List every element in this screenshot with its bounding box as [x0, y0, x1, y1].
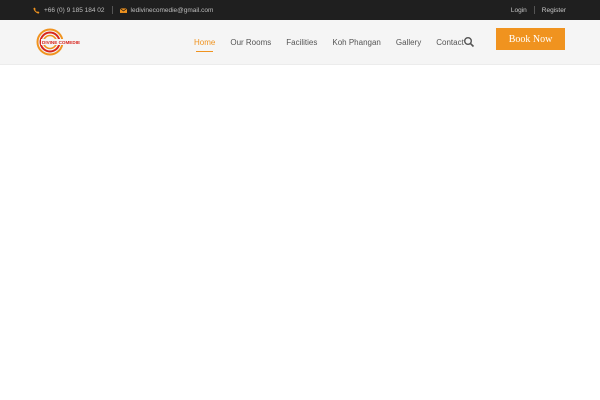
nav-our-rooms[interactable]: Our Rooms — [230, 38, 271, 47]
divider — [533, 6, 535, 14]
envelope-icon — [119, 7, 127, 14]
phone-number: +66 (0) 9 185 184 02 — [44, 6, 105, 14]
top-bar: +66 (0) 9 185 184 02 ledivinecomedie@gma… — [0, 0, 600, 20]
site-header: DIVINE COMEDIE Home Our Rooms Facilities… — [0, 20, 600, 65]
divider — [111, 6, 113, 14]
search-icon[interactable] — [463, 35, 475, 48]
top-bar-contact: +66 (0) 9 185 184 02 ledivinecomedie@gma… — [33, 0, 213, 20]
email-address[interactable]: ledivinecomedie@gmail.com — [131, 7, 214, 14]
top-bar-account: Login Register — [511, 0, 566, 20]
email-contact: ledivinecomedie@gmail.com — [119, 7, 214, 14]
logo[interactable]: DIVINE COMEDIE — [36, 28, 84, 56]
login-link[interactable]: Login — [511, 7, 527, 14]
nav-facilities[interactable]: Facilities — [286, 38, 317, 47]
nav-contact[interactable]: Contact — [436, 38, 464, 47]
nav-gallery[interactable]: Gallery — [396, 38, 421, 47]
nav-home[interactable]: Home — [194, 38, 215, 52]
main-nav: Home Our Rooms Facilities Koh Phangan Ga… — [194, 20, 479, 64]
phone-contact: +66 (0) 9 185 184 02 — [33, 7, 105, 14]
register-link[interactable]: Register — [542, 7, 566, 14]
logo-text: DIVINE COMEDIE — [42, 40, 80, 45]
nav-koh-phangan[interactable]: Koh Phangan — [332, 38, 381, 47]
main-content — [0, 65, 600, 400]
phone-icon — [33, 7, 40, 14]
book-now-button[interactable]: Book Now — [496, 28, 565, 50]
